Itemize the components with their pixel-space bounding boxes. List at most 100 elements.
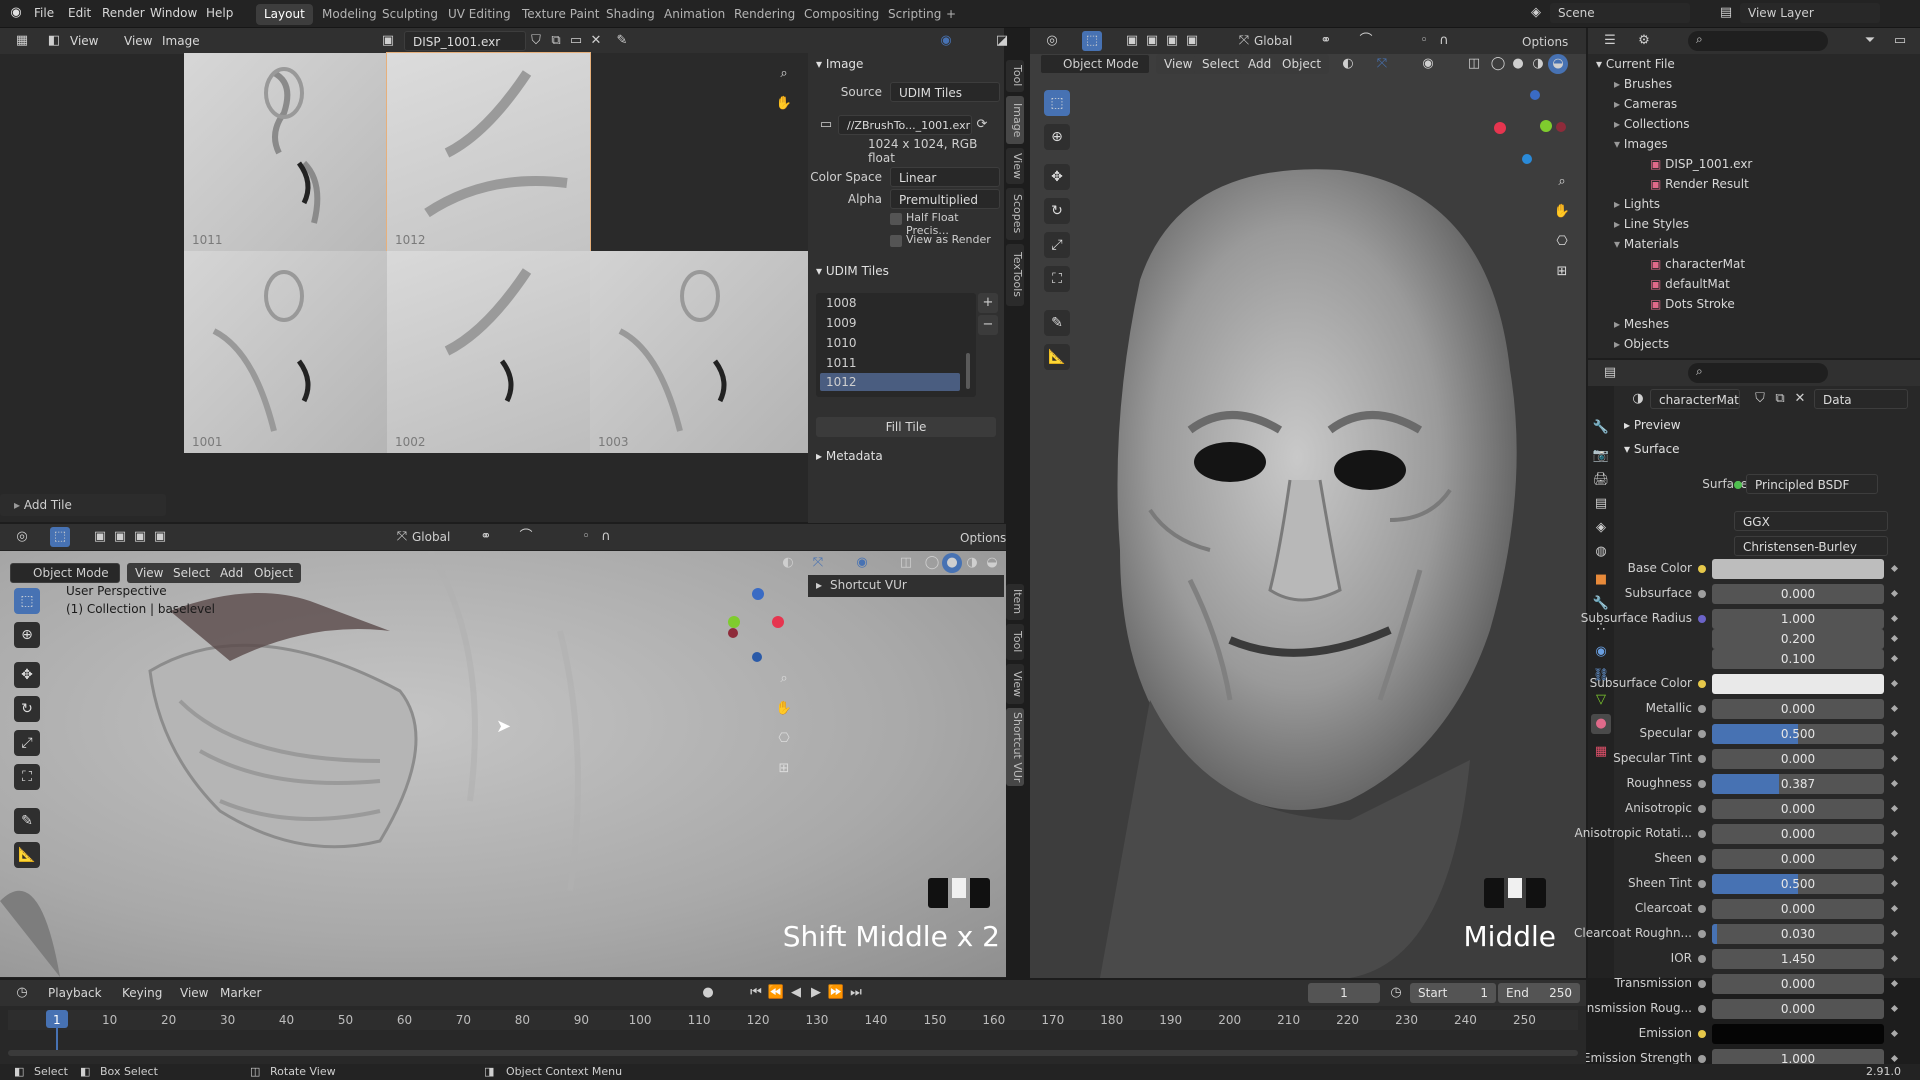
half-float-checkbox[interactable] — [890, 213, 902, 225]
tab-view[interactable]: View — [1006, 148, 1024, 184]
property-value-field[interactable]: 0.100 — [1712, 649, 1884, 669]
shortcut-panel-header[interactable]: ▸ Shortcut VUr — [808, 575, 1004, 597]
scale-tool-icon[interactable]: ⤢ — [14, 730, 40, 756]
menu-object[interactable]: Object — [246, 563, 302, 583]
scene-selector[interactable]: Scene — [1550, 3, 1690, 23]
list-scrollbar[interactable] — [966, 353, 970, 389]
udim-tile-1003[interactable]: 1003 — [590, 251, 808, 453]
visibility-icon[interactable]: ◐ — [778, 553, 798, 573]
menu-image[interactable]: Image — [162, 28, 200, 54]
xray-icon[interactable]: ◫ — [1464, 54, 1484, 74]
play-reverse-icon[interactable]: ◀ — [786, 983, 806, 1003]
alpha-dropdown[interactable]: Premultiplied — [890, 189, 1000, 209]
expand-arrow-icon[interactable]: ▸ — [1614, 317, 1624, 331]
output-tab-icon[interactable]: 🖨 — [1591, 470, 1611, 490]
falloff-icon[interactable]: ∩ — [1434, 31, 1454, 51]
property-value-field[interactable]: 0.000 — [1712, 899, 1884, 919]
gizmo-x-axis[interactable] — [1556, 122, 1566, 132]
shading-material-icon[interactable]: ◑ — [962, 553, 982, 573]
input-socket-icon[interactable] — [1698, 705, 1706, 713]
filter-icon[interactable]: ⏷ — [1860, 31, 1880, 51]
overlay-icon[interactable]: ◉ — [1418, 54, 1438, 74]
input-socket-icon[interactable] — [1698, 980, 1706, 988]
outliner-item[interactable]: ▾ Materials — [1614, 234, 1679, 254]
navigation-gizmo[interactable] — [1494, 88, 1574, 164]
display-channels-icon[interactable]: ◪ — [992, 31, 1012, 51]
expand-arrow-icon[interactable]: ▾ — [1614, 237, 1624, 251]
outliner-item[interactable]: ▣ defaultMat — [1650, 274, 1730, 294]
expand-arrow-icon[interactable]: ▸ — [1614, 117, 1624, 131]
box-invert-icon[interactable]: ▣ — [150, 527, 170, 547]
fake-user-icon[interactable]: ⛉ — [526, 31, 546, 51]
box-subtract-icon[interactable]: ▣ — [1162, 31, 1182, 51]
move-tool-icon[interactable]: ✥ — [1044, 164, 1070, 190]
menu-marker[interactable]: Marker — [220, 980, 261, 1006]
display-mode-icon[interactable]: ⚙ — [1634, 31, 1654, 51]
editor-type-icon[interactable]: ◎ — [1042, 31, 1062, 51]
outliner-root[interactable]: ▾ Current File — [1596, 54, 1675, 74]
source-dropdown[interactable]: UDIM Tiles — [890, 82, 1000, 102]
udim-tile-1001[interactable]: 1001 — [184, 251, 387, 453]
input-socket-icon[interactable] — [1698, 1005, 1706, 1013]
select-tool-icon[interactable]: ⬚ — [1044, 90, 1070, 116]
pan-hand-icon[interactable]: ✋ — [772, 697, 796, 721]
udim-list-item[interactable]: 1011 — [826, 356, 857, 370]
outliner-item[interactable]: ▸ Meshes — [1614, 314, 1669, 334]
image-name-field[interactable]: DISP_1001.exr — [404, 31, 526, 51]
snap-icon[interactable]: ⌒ — [1356, 31, 1376, 51]
keyframe-icon[interactable] — [1890, 879, 1899, 888]
box-invert-icon[interactable]: ▣ — [1182, 31, 1202, 51]
keyframe-icon[interactable] — [1890, 679, 1899, 688]
outliner-search-input[interactable]: ⌕ — [1688, 31, 1828, 51]
image-panel-header[interactable]: ▾ Image — [816, 53, 863, 75]
measure-tool-icon[interactable]: 📐 — [14, 842, 40, 868]
navigation-gizmo[interactable] — [724, 584, 784, 662]
keyframe-icon[interactable] — [1890, 929, 1899, 938]
transform-orientation-dropdown[interactable]: Global — [412, 527, 450, 547]
pan-hand-icon[interactable]: ✋ — [772, 92, 796, 116]
menu-playback[interactable]: Playback — [48, 980, 102, 1006]
keyframe-icon[interactable] — [1890, 1004, 1899, 1013]
zoom-icon[interactable]: ⌕ — [772, 667, 796, 691]
select-mode-icon[interactable]: ⬚ — [1082, 31, 1102, 51]
select-tool-icon[interactable]: ⬚ — [14, 588, 40, 614]
preview-panel-header[interactable]: ▸ Preview — [1624, 414, 1681, 436]
transform-orientation-dropdown[interactable]: Global — [1254, 31, 1292, 51]
next-key-icon[interactable]: ⏩ — [826, 983, 846, 1003]
outliner-item[interactable]: ▾ Images — [1614, 134, 1668, 154]
fill-tile-button[interactable]: Fill Tile — [816, 417, 996, 437]
outliner-item[interactable]: ▣ characterMat — [1650, 254, 1745, 274]
link-dropdown[interactable]: Data — [1814, 389, 1908, 409]
gizmo-y-axis[interactable] — [1540, 120, 1552, 132]
keyframe-icon[interactable] — [1890, 854, 1899, 863]
keyframe-icon[interactable] — [1890, 979, 1899, 988]
surface-shader-dropdown[interactable]: Principled BSDF — [1746, 474, 1878, 494]
image-browse-icon[interactable]: ▣ — [378, 31, 398, 51]
remove-tile-minus-icon[interactable]: − — [978, 315, 998, 335]
keyframe-icon[interactable] — [1890, 1054, 1899, 1063]
metadata-panel-header[interactable]: ▸ Metadata — [816, 445, 883, 467]
input-socket-icon[interactable] — [1698, 755, 1706, 763]
udim-list-item-selected[interactable]: 1012 — [820, 373, 960, 391]
property-value-field[interactable] — [1712, 559, 1884, 579]
gizmo-y-axis[interactable] — [728, 616, 740, 628]
property-value-field[interactable]: 0.387 — [1712, 774, 1884, 794]
editor-type-icon[interactable]: ◷ — [12, 983, 32, 1003]
zoom-icon[interactable]: ⌕ — [1550, 170, 1574, 194]
menu-render[interactable]: Render — [102, 0, 145, 26]
udim-tile-1012[interactable]: 1012 — [386, 52, 591, 252]
expand-arrow-icon[interactable]: ▸ — [1614, 217, 1624, 231]
open-folder-icon[interactable]: ▭ — [566, 31, 586, 51]
zoom-icon[interactable]: ⌕ — [772, 62, 796, 86]
outliner-item[interactable]: ▸ Line Styles — [1614, 214, 1689, 234]
view-layer-selector[interactable]: View Layer — [1740, 3, 1880, 23]
input-socket-icon[interactable] — [1698, 905, 1706, 913]
outliner-item[interactable]: ▣ DISP_1001.exr — [1650, 154, 1752, 174]
tab-shading[interactable]: Shading — [598, 4, 663, 25]
keyframe-icon[interactable] — [1890, 954, 1899, 963]
duplicate-icon[interactable]: ⧉ — [1770, 389, 1790, 409]
tab-textools[interactable]: TexTools — [1006, 244, 1024, 306]
expand-arrow-icon[interactable]: ▾ — [1614, 137, 1624, 151]
input-socket-icon[interactable] — [1698, 780, 1706, 788]
box-subtract-icon[interactable]: ▣ — [130, 527, 150, 547]
